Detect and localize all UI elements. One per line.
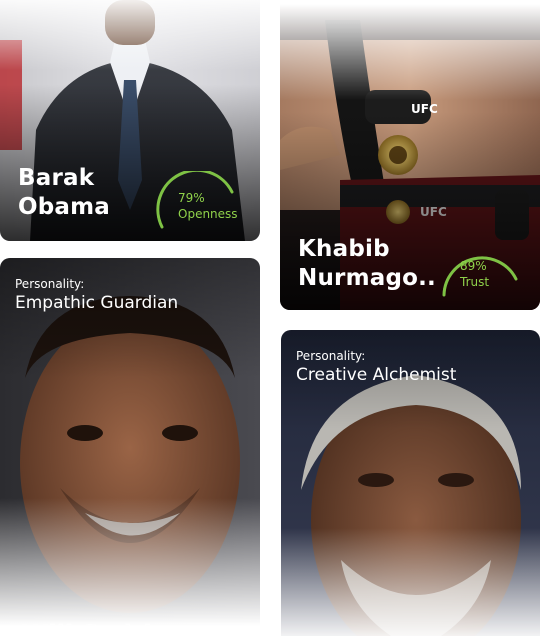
- personality-value: Empathic Guardian: [15, 293, 179, 313]
- celebrity-card-creative-alchemist[interactable]: Personality: Creative Alchemist: [281, 330, 540, 636]
- celebrity-name: Khabib Nurmago..: [298, 236, 436, 291]
- openness-gauge: 79% Openness: [156, 171, 240, 231]
- celebrity-name: Will Smith: [22, 620, 161, 636]
- svg-text:UFC: UFC: [411, 102, 438, 116]
- gauge-percent: 79%: [178, 191, 205, 205]
- trust-gauge: 89% Trust: [438, 239, 522, 299]
- celebrity-card-will-smith[interactable]: Personality: Empathic Guardian Will Smit…: [0, 258, 260, 636]
- personality-value: Creative Alchemist: [296, 365, 457, 385]
- gauge-trait: Openness: [178, 207, 238, 221]
- celebrity-card-barak-obama[interactable]: Barak Obama 79% Openness: [0, 0, 260, 241]
- celebrity-card-khabib[interactable]: UFC UFC Khabib Nurmago.. 89% Trust: [280, 0, 540, 310]
- svg-text:UFC: UFC: [420, 205, 447, 219]
- gauge-trait: Trust: [460, 275, 490, 289]
- gauge-percent: 89%: [460, 259, 487, 273]
- personality-label: Personality:: [296, 349, 366, 363]
- personality-label: Personality:: [15, 277, 85, 291]
- portrait-photo: [0, 258, 260, 636]
- celebrity-name: Barak Obama: [18, 165, 111, 220]
